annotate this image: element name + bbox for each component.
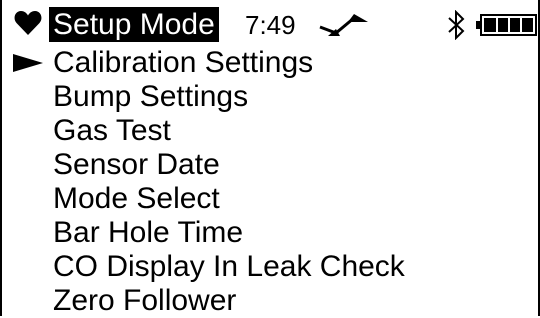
status-bar: Setup Mode 7:49 [0, 0, 540, 46]
menu-item-calibration-settings[interactable]: Calibration Settings [0, 46, 540, 80]
bluetooth-icon [448, 10, 465, 40]
mode-title: Setup Mode [49, 7, 219, 42]
menu-item-label: Sensor Date [53, 148, 220, 181]
menu-item-label: Zero Follower [53, 284, 237, 317]
menu-item-bar-hole-time[interactable]: Bar Hole Time [0, 216, 540, 250]
menu-item-label: Bar Hole Time [53, 216, 244, 249]
menu-item-sensor-date[interactable]: Sensor Date [0, 148, 540, 182]
clock-time: 7:49 [245, 10, 296, 40]
menu-item-gas-test[interactable]: Gas Test [0, 114, 540, 148]
menu-item-label: CO Display In Leak Check [53, 250, 405, 283]
heart-icon [14, 11, 42, 35]
menu-item-label: Gas Test [53, 114, 171, 147]
menu-item-label: Bump Settings [53, 80, 249, 113]
menu-item-co-display-in-leak-check[interactable]: CO Display In Leak Check [0, 250, 540, 284]
menu-item-mode-select[interactable]: Mode Select [0, 182, 540, 216]
menu-item-bump-settings[interactable]: Bump Settings [0, 80, 540, 114]
menu-item-zero-follower[interactable]: Zero Follower [0, 284, 540, 318]
menu-item-label: Calibration Settings [53, 46, 314, 79]
menu-item-label: Mode Select [53, 182, 220, 215]
selection-pointer-icon [13, 54, 43, 72]
signal-icon [319, 14, 368, 36]
device-screen: Setup Mode 7:49 Calibration Settings Bum… [0, 0, 540, 318]
battery-icon [476, 14, 537, 36]
